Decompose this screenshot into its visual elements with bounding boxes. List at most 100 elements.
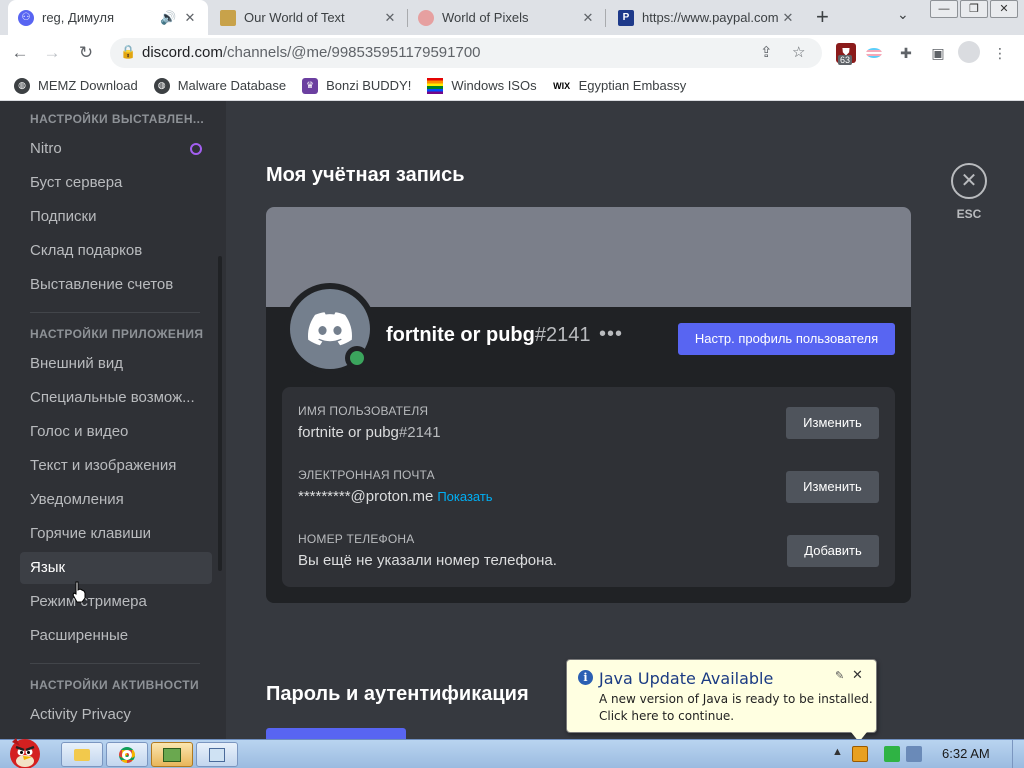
esc-label: ESC	[956, 207, 982, 221]
forward-arrow-icon[interactable]: →	[40, 41, 64, 65]
close-settings-button[interactable]: ✕	[951, 163, 987, 199]
sidebar-header-activity: НАСТРОЙКИ АКТИВНОСТИ	[30, 678, 200, 692]
sidebar-divider	[30, 663, 200, 664]
sidebar-header-app: НАСТРОЙКИ ПРИЛОЖЕНИЯ	[30, 327, 204, 341]
tab-search-chevron-icon[interactable]: ⌄	[897, 6, 909, 23]
reveal-email-link[interactable]: Показать	[437, 489, 492, 504]
wix-icon: WIX	[553, 80, 571, 91]
wop-favicon-icon	[418, 9, 434, 26]
reload-icon[interactable]: ↻	[74, 41, 98, 65]
tab-title: https://www.paypal.com	[642, 10, 779, 25]
profile-avatar-icon[interactable]	[958, 41, 980, 63]
sidebar-header-billing: НАСТРОЙКИ ВЫСТАВЛЕН...	[30, 112, 205, 126]
angry-bird-start-icon[interactable]	[2, 732, 48, 768]
tab-close-icon[interactable]: ✕	[580, 10, 596, 26]
phone-value: Вы ещё не указали номер телефона.	[298, 552, 557, 569]
paypal-favicon-icon: P	[618, 9, 634, 26]
side-panel-icon[interactable]: ▣	[928, 43, 948, 63]
tab-close-icon[interactable]: ✕	[182, 10, 198, 26]
java-popup-line1: A new version of Java is ready to be ins…	[599, 692, 873, 706]
taskbar-app[interactable]	[196, 742, 238, 767]
sidebar-item-gift-inventory[interactable]: Склад подарков	[20, 235, 212, 267]
discord-favicon-icon: ⚇	[18, 9, 34, 26]
sidebar-item-subscriptions[interactable]: Подписки	[20, 201, 212, 233]
profile-username: fortnite or pubg#2141	[386, 324, 591, 346]
network-tray-icon[interactable]	[906, 746, 922, 762]
app-icon	[209, 747, 225, 762]
add-phone-button[interactable]: Добавить	[787, 535, 879, 567]
sidebar-item-nitro[interactable]: Nitro	[20, 133, 212, 165]
chrome-menu-icon[interactable]: ⋮	[990, 43, 1010, 63]
extension-badge-count: 63	[838, 55, 853, 65]
sidebar-item-advanced[interactable]: Расширенные	[20, 620, 212, 652]
java-popup-line2[interactable]: Click here to continue.	[599, 709, 734, 723]
hand-cursor-icon	[72, 581, 86, 603]
java-update-notification[interactable]: i Java Update Available A new version of…	[566, 659, 877, 742]
tab-paypal[interactable]: P https://www.paypal.com ✕	[608, 0, 806, 35]
share-icon[interactable]: ⇪	[760, 43, 773, 61]
taskbar-explorer[interactable]	[61, 742, 103, 767]
back-arrow-icon[interactable]: ←	[8, 41, 32, 65]
sidebar-item-keybinds[interactable]: Горячие клавиши	[20, 518, 212, 550]
close-window-button[interactable]: ✕	[990, 0, 1018, 18]
tab-world-of-pixels[interactable]: World of Pixels ✕	[408, 0, 606, 35]
tab-discord[interactable]: ⚇ reg, Димуля 🔊 ✕	[8, 0, 208, 35]
sidebar-item-activity-privacy[interactable]: Activity Privacy	[20, 699, 212, 731]
address-bar[interactable]: 🔒 discord.com/channels/@me/9985359511795…	[110, 38, 822, 68]
restore-button[interactable]: ❐	[960, 0, 988, 18]
extensions-puzzle-icon[interactable]: ✚	[896, 43, 916, 63]
bookmark-memz[interactable]: ◍ MEMZ Download	[14, 77, 138, 94]
close-icon[interactable]: ✕	[852, 667, 863, 683]
taskbar-clock[interactable]: 6:32 AM	[942, 746, 990, 761]
bookmark-star-icon[interactable]: ☆	[792, 43, 805, 61]
chrome-icon	[119, 746, 135, 763]
sidebar-item-text-images[interactable]: Текст и изображения	[20, 450, 212, 482]
battery-tray-icon[interactable]	[884, 746, 900, 762]
bookmark-windows-isos[interactable]: Windows ISOs	[427, 77, 537, 94]
sidebar-item-billing[interactable]: Выставление счетов	[20, 269, 212, 301]
show-desktop-button[interactable]	[1012, 740, 1024, 768]
sidebar-item-server-boost[interactable]: Буст сервера	[20, 167, 212, 199]
tab-close-icon[interactable]: ✕	[382, 10, 398, 26]
edit-user-profile-button[interactable]: Настр. профиль пользователя	[678, 323, 895, 355]
sidebar-item-notifications[interactable]: Уведомления	[20, 484, 212, 516]
tab-close-icon[interactable]: ✕	[780, 10, 796, 26]
edit-username-button[interactable]: Изменить	[786, 407, 879, 439]
java-tray-icon[interactable]	[852, 746, 868, 762]
more-options-icon[interactable]: •••	[599, 323, 623, 346]
new-tab-button[interactable]: +	[816, 4, 829, 30]
email-value: *********@proton.me Показать	[298, 488, 493, 505]
folder-icon	[74, 748, 90, 761]
rainbow-flag-icon	[427, 77, 444, 94]
close-icon: ✕	[960, 170, 978, 192]
sidebar-item-voice-video[interactable]: Голос и видео	[20, 416, 212, 448]
tray-expand-icon[interactable]: ▲	[832, 746, 843, 758]
java-popup-title: Java Update Available	[599, 669, 774, 688]
sidebar-item-accessibility[interactable]: Специальные возмож...	[20, 382, 212, 414]
sidebar-item-language[interactable]: Язык	[20, 552, 212, 584]
sidebar-scrollbar[interactable]	[218, 256, 222, 571]
password-auth-heading: Пароль и аутентификация	[266, 683, 529, 705]
sidebar-item-appearance[interactable]: Внешний вид	[20, 348, 212, 380]
tab-title: reg, Димуля	[42, 10, 115, 25]
taskbar-chrome[interactable]	[106, 742, 148, 767]
pin-icon[interactable]: ✎	[835, 669, 844, 682]
extension-flag-icon[interactable]	[864, 43, 884, 63]
nitro-icon	[190, 143, 202, 155]
sidebar-item-streamer-mode[interactable]: Режим стримера	[20, 586, 212, 618]
lock-icon[interactable]: 🔒	[120, 44, 136, 60]
tab-strip: ⚇ reg, Димуля 🔊 ✕ Our World of Text ✕ Wo…	[0, 0, 1024, 35]
audio-icon[interactable]: 🔊	[160, 10, 176, 26]
taskbar-active-app[interactable]	[151, 742, 193, 767]
bookmark-malware-database[interactable]: ◍ Malware Database	[153, 77, 286, 94]
minimize-button[interactable]: —	[930, 0, 958, 18]
discord-logo-icon	[308, 312, 353, 346]
edit-email-button[interactable]: Изменить	[786, 471, 879, 503]
bookmark-bonzi-buddy[interactable]: ♛ Bonzi BUDDY!	[302, 77, 411, 94]
sidebar-divider	[30, 312, 200, 313]
bookmark-egyptian-embassy[interactable]: WIX Egyptian Embassy	[553, 78, 686, 94]
url-text[interactable]: discord.com/channels/@me/998535951179591…	[142, 44, 481, 61]
change-password-button[interactable]	[266, 728, 406, 739]
tab-our-world-of-text[interactable]: Our World of Text ✕	[210, 0, 408, 35]
tab-title: Our World of Text	[244, 10, 345, 25]
